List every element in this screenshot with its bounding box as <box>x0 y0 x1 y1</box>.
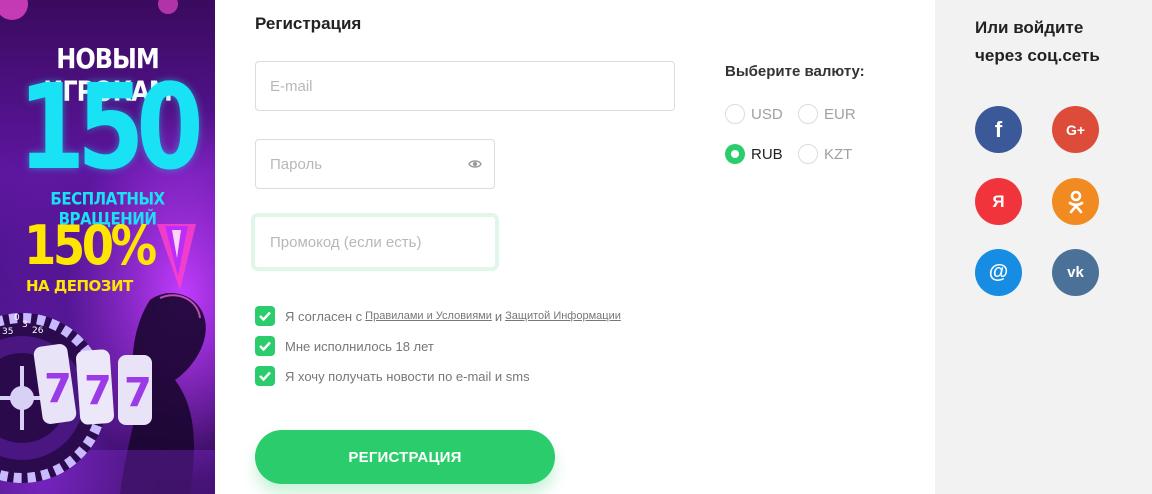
currency-label: KZT <box>824 145 853 163</box>
mail-at-icon: @ <box>988 261 1009 283</box>
vk-login-button[interactable]: vk <box>1052 249 1099 296</box>
registration-title: Регистрация <box>255 14 362 33</box>
slot-reels-icon: 7 7 7 <box>33 344 152 425</box>
odnoklassniki-icon <box>1068 190 1083 213</box>
vk-icon: vk <box>1067 264 1084 281</box>
privacy-link[interactable]: Защитой Информации <box>505 310 621 322</box>
show-password-icon[interactable] <box>468 158 482 170</box>
radio-button[interactable] <box>725 104 745 124</box>
email-field[interactable] <box>255 61 675 111</box>
email-input[interactable] <box>270 62 674 110</box>
svg-text:35: 35 <box>2 327 13 337</box>
radio-button[interactable] <box>798 104 818 124</box>
yandex-icon: Я <box>992 191 1005 211</box>
news-checkbox-row: Я хочу получать новости по e-mail и sms <box>255 366 530 386</box>
terms-checkbox-row: Я согласен с Правилами и Условиями и Защ… <box>255 306 624 326</box>
google-login-button[interactable]: G+ <box>1052 106 1099 153</box>
password-input[interactable] <box>270 140 494 188</box>
promo-banner[interactable]: 35 3 26 0 7 7 7 НОВЫМ ИГРОКАМ 150 БЕСПЛА… <box>0 0 215 494</box>
password-field[interactable] <box>255 139 495 189</box>
checkmark-icon <box>259 371 271 382</box>
svg-text:3: 3 <box>22 320 28 330</box>
currency-label: EUR <box>824 105 856 123</box>
social-login-title: Или войдите через соц.сеть <box>975 18 1100 65</box>
facebook-icon: f <box>994 116 1003 142</box>
odnoklassniki-login-button[interactable] <box>1052 178 1099 225</box>
social-login-panel: Или войдите через соц.сеть f G+ Я @ vk <box>935 0 1152 494</box>
currency-radio-rub[interactable]: RUB <box>725 144 783 164</box>
svg-text:7: 7 <box>124 370 152 416</box>
promo-code-input[interactable] <box>270 217 495 267</box>
age-checkbox[interactable] <box>255 336 275 356</box>
currency-radio-usd[interactable]: USD <box>725 104 783 124</box>
google-plus-icon: G+ <box>1065 121 1086 138</box>
radio-button[interactable] <box>798 144 818 164</box>
facebook-login-button[interactable]: f <box>975 106 1022 153</box>
svg-text:0: 0 <box>14 313 20 323</box>
banner-bonus-label: НА ДЕПОЗИТ <box>26 277 133 295</box>
promo-code-field[interactable] <box>251 213 499 271</box>
terms-link[interactable]: Правилами и Условиями <box>365 310 492 322</box>
currency-label: USD <box>751 105 783 123</box>
mailru-login-button[interactable]: @ <box>975 249 1022 296</box>
crystal-icon <box>157 224 196 290</box>
radio-button-selected[interactable] <box>725 144 745 164</box>
yandex-login-button[interactable]: Я <box>975 178 1022 225</box>
currency-radio-kzt[interactable]: KZT <box>798 144 852 164</box>
news-text: Я хочу получать новости по e-mail и sms <box>285 368 530 384</box>
terms-checkbox[interactable] <box>255 306 275 326</box>
register-button[interactable]: РЕГИСТРАЦИЯ <box>255 430 555 484</box>
banner-bonus-percent: 150% <box>24 214 157 277</box>
banner-free-spins-count: 150 <box>18 58 204 196</box>
news-checkbox[interactable] <box>255 366 275 386</box>
currency-title: Выберите валюту: <box>725 63 865 80</box>
svg-text:7: 7 <box>84 368 112 414</box>
checkmark-icon <box>259 341 271 352</box>
age-checkbox-row: Мне исполнилось 18 лет <box>255 336 434 356</box>
terms-and-text: и <box>494 308 503 324</box>
currency-radio-eur[interactable]: EUR <box>798 104 856 124</box>
svg-text:26: 26 <box>32 326 44 336</box>
checkmark-icon <box>259 311 271 322</box>
age-text: Мне исполнилось 18 лет <box>285 338 434 354</box>
currency-label: RUB <box>751 145 783 163</box>
svg-text:7: 7 <box>44 366 72 412</box>
terms-prefix-text: Я согласен с <box>285 308 363 324</box>
